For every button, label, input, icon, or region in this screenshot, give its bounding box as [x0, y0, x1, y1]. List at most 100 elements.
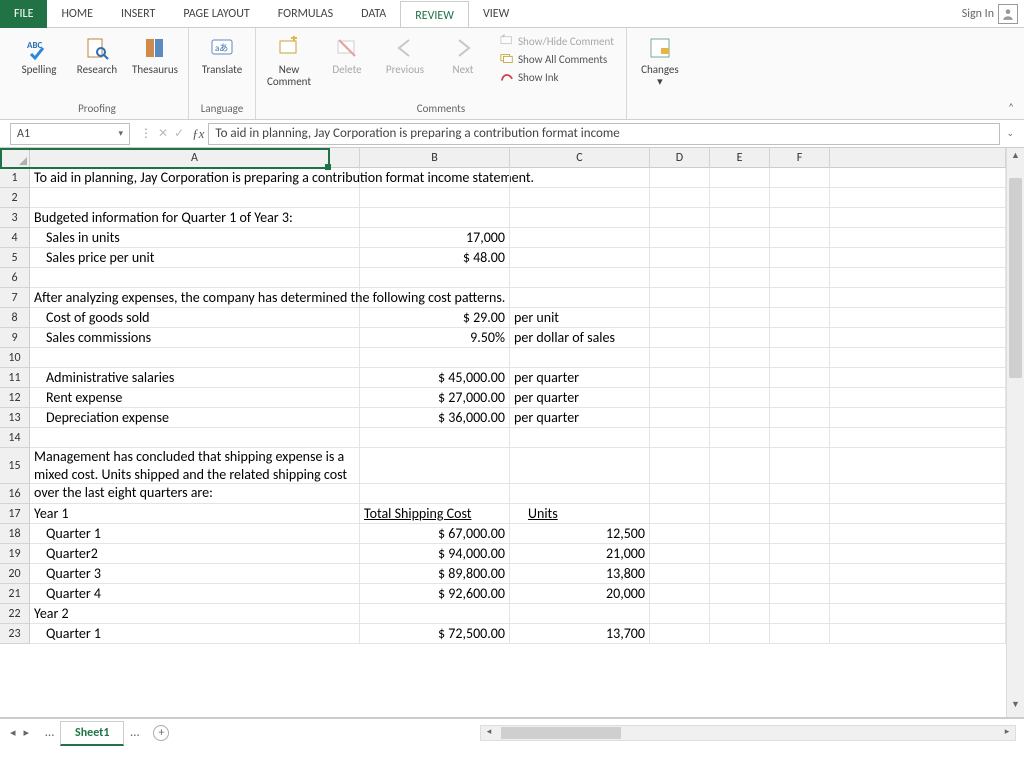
row-18[interactable]: 18 [0, 524, 29, 544]
cell-D10[interactable] [650, 348, 710, 367]
cell-F2[interactable] [770, 188, 830, 207]
fx-icon[interactable]: ƒx [188, 126, 208, 142]
row-3[interactable]: 3 [0, 208, 29, 228]
row-9[interactable]: 9 [0, 328, 29, 348]
changes-button[interactable]: Changes▾ [631, 32, 689, 90]
tab-file[interactable]: FILE [0, 0, 47, 28]
cell-C1[interactable] [510, 168, 650, 187]
cell-D2[interactable] [650, 188, 710, 207]
row-10[interactable]: 10 [0, 348, 29, 368]
cell-B6[interactable] [360, 268, 510, 287]
cell-D4[interactable] [650, 228, 710, 247]
cell-C5[interactable] [510, 248, 650, 267]
cell-C7[interactable] [510, 288, 650, 307]
cell-E15[interactable] [710, 448, 770, 483]
row-22[interactable]: 22 [0, 604, 29, 624]
cell-E6[interactable] [710, 268, 770, 287]
cell-A17[interactable]: Year 1 [30, 504, 360, 523]
cell-A16[interactable] [30, 484, 360, 503]
cell-D13[interactable] [650, 408, 710, 427]
cell-E5[interactable] [710, 248, 770, 267]
cell-B10[interactable] [360, 348, 510, 367]
cell-E8[interactable] [710, 308, 770, 327]
row-2[interactable]: 2 [0, 188, 29, 208]
row-12[interactable]: 12 [0, 388, 29, 408]
cell-F19[interactable] [770, 544, 830, 563]
tab-home[interactable]: HOME [47, 0, 107, 28]
cell-D8[interactable] [650, 308, 710, 327]
cell-F1[interactable] [770, 168, 830, 187]
cell-C17[interactable]: Units [510, 504, 650, 523]
cell-B23[interactable]: $ 72,500.00 [360, 624, 510, 643]
sheet-nav-menu-2[interactable]: … [124, 725, 145, 740]
cancel-icon[interactable]: ✕ [158, 126, 168, 141]
cell-B8[interactable]: $ 29.00 [360, 308, 510, 327]
cell-C11[interactable]: per quarter [510, 368, 650, 387]
cell-E7[interactable] [710, 288, 770, 307]
name-box[interactable]: A1▾ [10, 123, 130, 145]
cell-F20[interactable] [770, 564, 830, 583]
sheet-nav-menu[interactable]: … [39, 725, 60, 740]
cell-C3[interactable] [510, 208, 650, 227]
row-6[interactable]: 6 [0, 268, 29, 288]
cell-B4[interactable]: 17,000 [360, 228, 510, 247]
cell-D23[interactable] [650, 624, 710, 643]
cell-A1[interactable]: To aid in planning, Jay Corporation is p… [30, 168, 360, 187]
cell-B1[interactable] [360, 168, 510, 187]
scroll-up-icon[interactable]: ▲ [1007, 150, 1024, 166]
cell-E16[interactable] [710, 484, 770, 503]
cell-F8[interactable] [770, 308, 830, 327]
next-comment-button[interactable]: Next [434, 32, 492, 90]
collapse-ribbon-icon[interactable]: ˄ [1008, 101, 1014, 114]
cell-F12[interactable] [770, 388, 830, 407]
cell-A8[interactable]: Cost of goods sold [30, 308, 360, 327]
chevron-down-icon[interactable]: ▾ [118, 128, 123, 139]
cell-E11[interactable] [710, 368, 770, 387]
cell-F9[interactable] [770, 328, 830, 347]
cell-A15[interactable]: Management has concluded that shipping e… [30, 448, 360, 483]
show-all-comments[interactable]: Show All Comments [500, 50, 614, 68]
row-1[interactable]: 1 [0, 168, 29, 188]
cell-D18[interactable] [650, 524, 710, 543]
cell-A13[interactable]: Depreciation expense [30, 408, 360, 427]
cell-D1[interactable] [650, 168, 710, 187]
cell-E4[interactable] [710, 228, 770, 247]
cell-C18[interactable]: 12,500 [510, 524, 650, 543]
cell-E1[interactable] [710, 168, 770, 187]
previous-comment-button[interactable]: Previous [376, 32, 434, 90]
cell-F7[interactable] [770, 288, 830, 307]
namebox-menu-icon[interactable]: ⋮ [140, 126, 152, 141]
cell-E3[interactable] [710, 208, 770, 227]
cell-D6[interactable] [650, 268, 710, 287]
scroll-down-icon[interactable]: ▼ [1007, 699, 1024, 715]
cell-B12[interactable]: $ 27,000.00 [360, 388, 510, 407]
cell-F22[interactable] [770, 604, 830, 623]
tab-formulas[interactable]: FORMULAS [264, 0, 347, 28]
row-13[interactable]: 13 [0, 408, 29, 428]
cell-B22[interactable] [360, 604, 510, 623]
cell-A10[interactable] [30, 348, 360, 367]
cell-A6[interactable] [30, 268, 360, 287]
cell-D9[interactable] [650, 328, 710, 347]
col-A[interactable]: A [30, 148, 360, 168]
enter-icon[interactable]: ✓ [174, 126, 184, 141]
spreadsheet-grid[interactable]: A B C D E F 1234567891011121314151617181… [0, 148, 1024, 718]
cell-D14[interactable] [650, 428, 710, 447]
cell-B2[interactable] [360, 188, 510, 207]
cell-C8[interactable]: per unit [510, 308, 650, 327]
cell-C6[interactable] [510, 268, 650, 287]
cell-B7[interactable] [360, 288, 510, 307]
cell-D16[interactable] [650, 484, 710, 503]
translate-button[interactable]: aあ Translate [193, 32, 251, 90]
cell-B13[interactable]: $ 36,000.00 [360, 408, 510, 427]
cell-D19[interactable] [650, 544, 710, 563]
cell-B17[interactable]: Total Shipping Cost [360, 504, 510, 523]
cell-C22[interactable] [510, 604, 650, 623]
cell-A5[interactable]: Sales price per unit [30, 248, 360, 267]
cell-F3[interactable] [770, 208, 830, 227]
scroll-left-icon[interactable]: ◂ [481, 726, 497, 740]
hscroll-thumb[interactable] [501, 727, 621, 739]
cell-F6[interactable] [770, 268, 830, 287]
cell-F14[interactable] [770, 428, 830, 447]
cell-E14[interactable] [710, 428, 770, 447]
